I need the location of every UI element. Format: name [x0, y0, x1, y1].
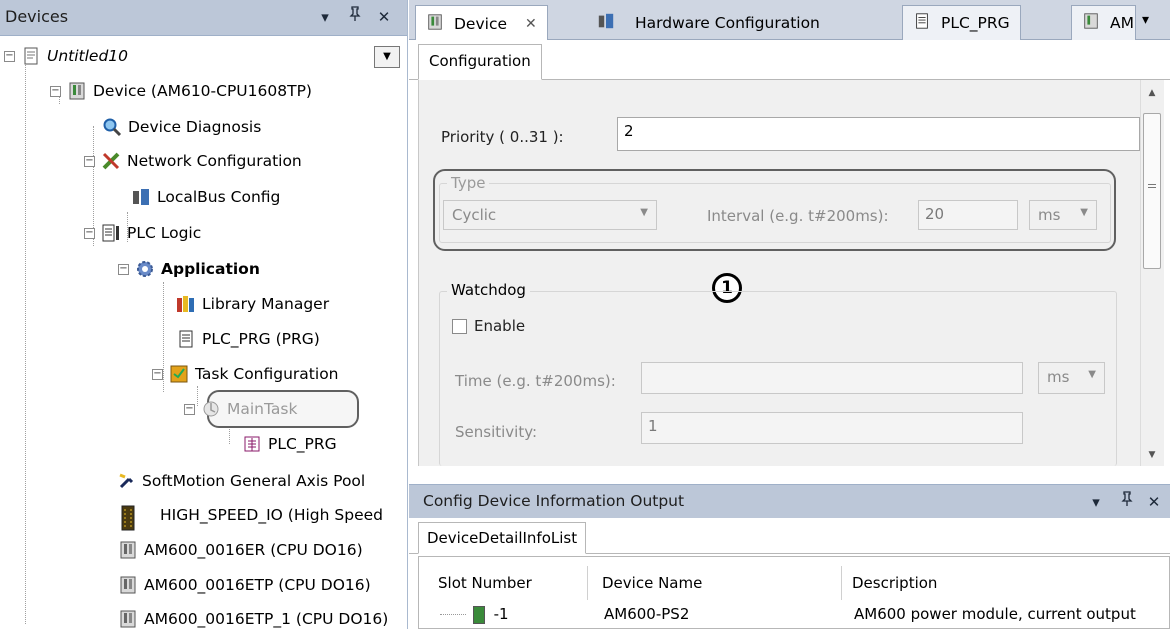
watchdog-group-title: Watchdog: [447, 281, 530, 299]
tab-configuration[interactable]: Configuration: [418, 44, 542, 80]
table-row-slot[interactable]: -1: [430, 600, 590, 629]
collapse-icon[interactable]: −: [84, 227, 95, 239]
devices-panel-title: Devices: [5, 7, 69, 26]
library-books-icon: [176, 294, 196, 314]
scrollbar-thumb[interactable]: [1143, 113, 1161, 269]
priority-input[interactable]: 2: [617, 117, 1140, 151]
io-card-icon: [118, 609, 138, 629]
output-panel-header: Config Device Information Output ▾ ✕: [409, 484, 1170, 518]
tree-item-am600-0016etp[interactable]: AM600_0016ETP (CPU DO16): [118, 568, 371, 602]
io-card-icon: [118, 575, 138, 595]
type-highlight: [433, 169, 1116, 251]
collapse-icon[interactable]: −: [184, 403, 195, 415]
close-tab-icon[interactable]: ✕: [525, 16, 537, 32]
chevron-down-icon: ▼: [1088, 369, 1096, 380]
watchdog-enable-label: Enable: [474, 317, 526, 335]
editor-tab-bar: Device ✕ Hardware Configuration PLC_PRG …: [409, 0, 1170, 41]
tree-item-device[interactable]: − Device (AM610-CPU1608TP): [50, 74, 312, 108]
time-input[interactable]: [641, 362, 1023, 394]
devices-panel: Devices ▾ ✕ − Untitled10 − Device (AM610…: [0, 0, 408, 629]
time-unit-select[interactable]: ms ▼: [1038, 362, 1105, 394]
priority-label: Priority ( 0..31 ):: [441, 128, 564, 146]
tree-item-am600-0016etp-1[interactable]: AM600_0016ETP_1 (CPU DO16): [118, 602, 388, 629]
bus-module-icon: [597, 12, 615, 34]
collapse-icon[interactable]: −: [50, 85, 61, 97]
tree-item-network-configuration[interactable]: − Network Configuration: [84, 144, 302, 178]
pin-icon[interactable]: [1116, 491, 1138, 513]
task-icon: [201, 399, 221, 419]
device-icon: [1082, 12, 1100, 34]
tree-item-softmotion[interactable]: SoftMotion General Axis Pool: [118, 464, 365, 498]
tab-am[interactable]: AM: [1071, 5, 1136, 40]
program-document-icon: [176, 329, 196, 349]
application-gear-icon: [135, 259, 155, 279]
watchdog-enable-checkbox[interactable]: [452, 319, 467, 334]
close-icon[interactable]: ✕: [373, 6, 395, 28]
scroll-up-icon[interactable]: ▲: [1143, 84, 1161, 102]
project-icon: [21, 46, 41, 66]
tree-item-maintask[interactable]: − MainTask: [184, 392, 297, 426]
program-call-icon: [242, 434, 262, 454]
device-tree: − Untitled10 − Device (AM610-CPU1608TP) …: [0, 36, 407, 629]
table-cell-device-name: AM600-PS2: [604, 605, 690, 623]
sensitivity-label: Sensitivity:: [455, 423, 538, 441]
column-header-description[interactable]: Description: [842, 566, 1168, 600]
column-header-device-name[interactable]: Device Name: [592, 566, 842, 600]
close-icon[interactable]: ✕: [1143, 491, 1165, 513]
network-tools-icon: [101, 151, 121, 171]
tree-item-application[interactable]: − Application: [118, 252, 260, 286]
panel-menu-icon[interactable]: ▾: [314, 6, 336, 28]
tree-item-device-diagnosis[interactable]: Device Diagnosis: [102, 110, 261, 144]
io-card-icon: [118, 540, 138, 560]
table-cell-description: AM600 power module, current output: [854, 605, 1136, 623]
task-configuration-icon: [169, 364, 189, 384]
tab-device-detail-info-list[interactable]: DeviceDetailInfoList: [418, 522, 587, 554]
collapse-icon[interactable]: −: [84, 155, 95, 167]
tab-device[interactable]: Device ✕: [415, 5, 548, 41]
pin-icon[interactable]: [344, 6, 366, 28]
devices-panel-header: Devices ▾ ✕: [0, 0, 407, 36]
scroll-down-icon[interactable]: ▼: [1143, 446, 1161, 464]
tab-plc-prg[interactable]: PLC_PRG: [902, 5, 1021, 40]
io-module-icon: [118, 505, 138, 531]
collapse-icon[interactable]: −: [4, 50, 15, 62]
device-icon: [67, 81, 87, 101]
device-icon: [426, 13, 444, 35]
tree-dropdown-button[interactable]: ▼: [374, 46, 400, 68]
tree-item-project[interactable]: − Untitled10: [4, 39, 128, 73]
program-document-icon: [913, 12, 931, 34]
plc-logic-icon: [101, 223, 121, 243]
time-label: Time (e.g. t#200ms):: [455, 372, 616, 390]
collapse-icon[interactable]: −: [152, 368, 163, 380]
tree-item-am600-0016er[interactable]: AM600_0016ER (CPU DO16): [118, 533, 363, 567]
magnifier-icon: [102, 117, 122, 137]
column-header-slot-number[interactable]: Slot Number: [428, 566, 588, 600]
sensitivity-input[interactable]: 1: [641, 412, 1023, 444]
tree-item-plc-logic[interactable]: − PLC Logic: [84, 216, 201, 250]
panel-menu-icon[interactable]: ▾: [1085, 491, 1107, 513]
tree-item-library-manager[interactable]: Library Manager: [176, 287, 329, 321]
tree-item-maintask-plc-prg[interactable]: PLC_PRG: [242, 427, 337, 461]
tree-item-task-configuration[interactable]: − Task Configuration: [152, 357, 339, 391]
axis-pool-icon: [118, 471, 136, 491]
tab-hardware-configuration[interactable]: Hardware Configuration: [587, 5, 830, 40]
output-panel-title: Config Device Information Output: [423, 492, 685, 510]
collapse-icon[interactable]: −: [118, 263, 129, 275]
tree-item-plc-prg[interactable]: PLC_PRG (PRG): [176, 322, 320, 356]
tree-item-high-speed-io[interactable]: HIGH_SPEED_IO (High Speed: [118, 498, 383, 532]
power-module-icon: [472, 605, 485, 624]
bus-module-icon: [131, 187, 151, 207]
tree-item-localbus-config[interactable]: LocalBus Config: [131, 180, 280, 214]
tab-overflow-icon[interactable]: ▾: [1142, 12, 1149, 28]
